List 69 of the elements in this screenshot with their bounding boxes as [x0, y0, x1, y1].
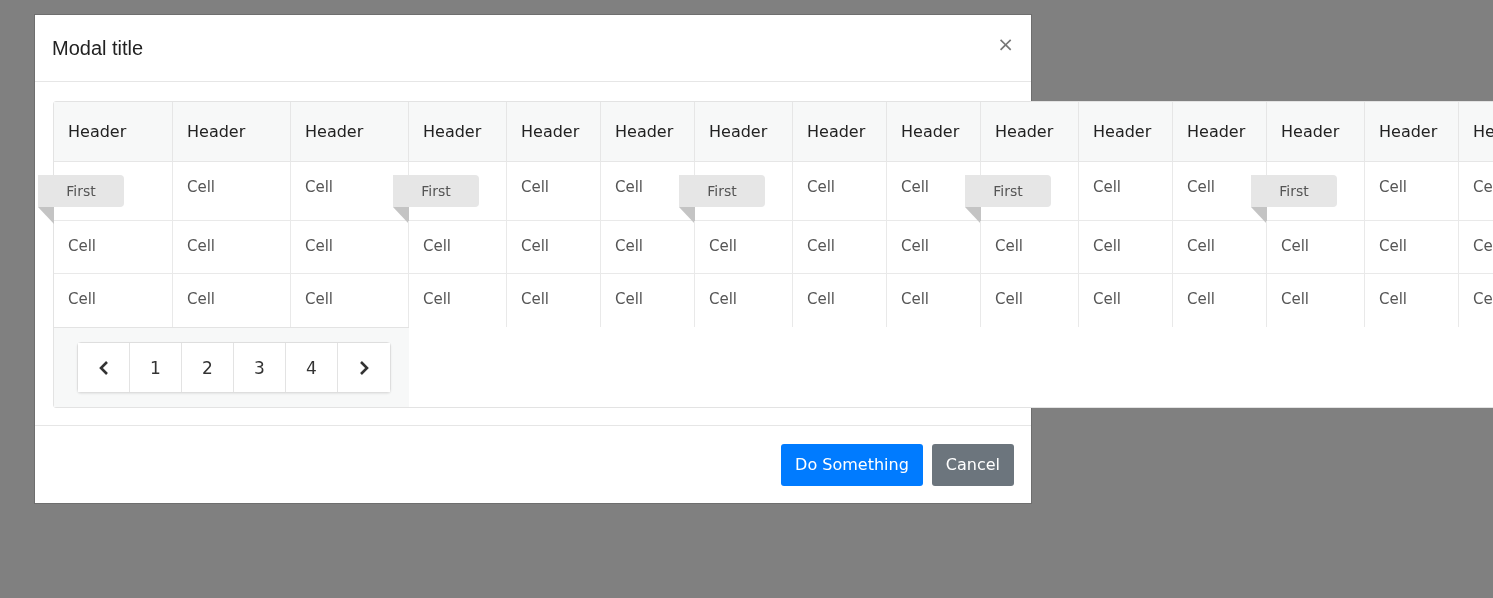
table-cell: Cell — [981, 221, 1079, 274]
ribbon-label: First — [38, 175, 124, 207]
table-cell: Cell — [409, 274, 507, 327]
ribbon-fold-icon — [679, 207, 695, 224]
table-cell: Cell — [291, 221, 409, 274]
table-cell: Cell — [507, 274, 601, 327]
table-cell: Cell — [507, 162, 601, 221]
table-cell: Cell — [887, 274, 981, 327]
page-button[interactable]: 2 — [182, 343, 234, 392]
table-cell: Cell — [1267, 274, 1365, 327]
primary-button[interactable]: Do Something — [781, 443, 923, 486]
table-cell: Cell — [793, 162, 887, 221]
chevron-left-icon — [97, 359, 110, 376]
column-header: Header — [793, 102, 887, 162]
table-cell: Cell — [793, 274, 887, 327]
ribbon-fold-icon — [965, 207, 981, 224]
column-header: Header — [1079, 102, 1173, 162]
page-button[interactable]: 3 — [234, 343, 286, 392]
table-cell: Cell — [601, 274, 695, 327]
table-cell: Cell — [409, 221, 507, 274]
table-cell: Cell — [793, 221, 887, 274]
table-cell: Cell — [1079, 162, 1173, 221]
table-cell: Cell — [601, 221, 695, 274]
column-header: Header — [173, 102, 291, 162]
table-cell: Cell — [173, 162, 291, 221]
table-cell: Cell — [1079, 274, 1173, 327]
table-cell: Cell — [1365, 274, 1459, 327]
column-header: Header — [1173, 102, 1267, 162]
table-cell: Cell — [1365, 221, 1459, 274]
page-button[interactable]: 1 — [130, 343, 182, 392]
table-cell: Cell — [695, 221, 793, 274]
modal-title: Modal title — [52, 36, 144, 60]
table-cell: Cell — [695, 274, 793, 327]
table-cell: Cell — [54, 221, 173, 274]
cancel-button[interactable]: Cancel — [931, 443, 1014, 486]
column-header: Header — [695, 102, 793, 162]
chevron-right-icon — [358, 359, 370, 376]
column-header: Header — [601, 102, 695, 162]
column-header: Header — [1267, 102, 1365, 162]
ribbon-fold-icon — [38, 207, 54, 224]
ribbon-fold-icon — [1251, 207, 1267, 224]
table-cell: Ce — [1459, 162, 1493, 221]
ribbon-fold-icon — [393, 207, 409, 224]
table-cell: Cell — [981, 274, 1079, 327]
column-header: Header — [291, 102, 409, 162]
ribbon-label: First — [393, 175, 479, 207]
table-cell: Cell — [1173, 221, 1267, 274]
table-cell: Cell — [1267, 221, 1365, 274]
page-button[interactable]: 4 — [286, 343, 338, 392]
table-cell: Ce — [1459, 221, 1493, 274]
column-header: Header — [981, 102, 1079, 162]
column-header: Header — [507, 102, 601, 162]
previous-page-button[interactable] — [78, 343, 130, 392]
table-cell: Cell — [887, 221, 981, 274]
next-page-button[interactable] — [338, 343, 390, 392]
table-cell: Cell — [173, 221, 291, 274]
column-header: Header — [1365, 102, 1459, 162]
column-header: Header — [54, 102, 173, 162]
table-cell: Cell — [1365, 162, 1459, 221]
ribbon-label: First — [965, 175, 1051, 207]
ribbon-label: First — [1251, 175, 1337, 207]
table-cell: Cell — [507, 221, 601, 274]
ribbon-label: First — [679, 175, 765, 207]
table-cell: Cell — [1079, 221, 1173, 274]
column-header: Header — [887, 102, 981, 162]
close-button[interactable]: × — [997, 32, 1014, 56]
table-cell: Cell — [1173, 274, 1267, 327]
column-header: Header — [409, 102, 507, 162]
table-cell: Ce — [1459, 274, 1493, 327]
